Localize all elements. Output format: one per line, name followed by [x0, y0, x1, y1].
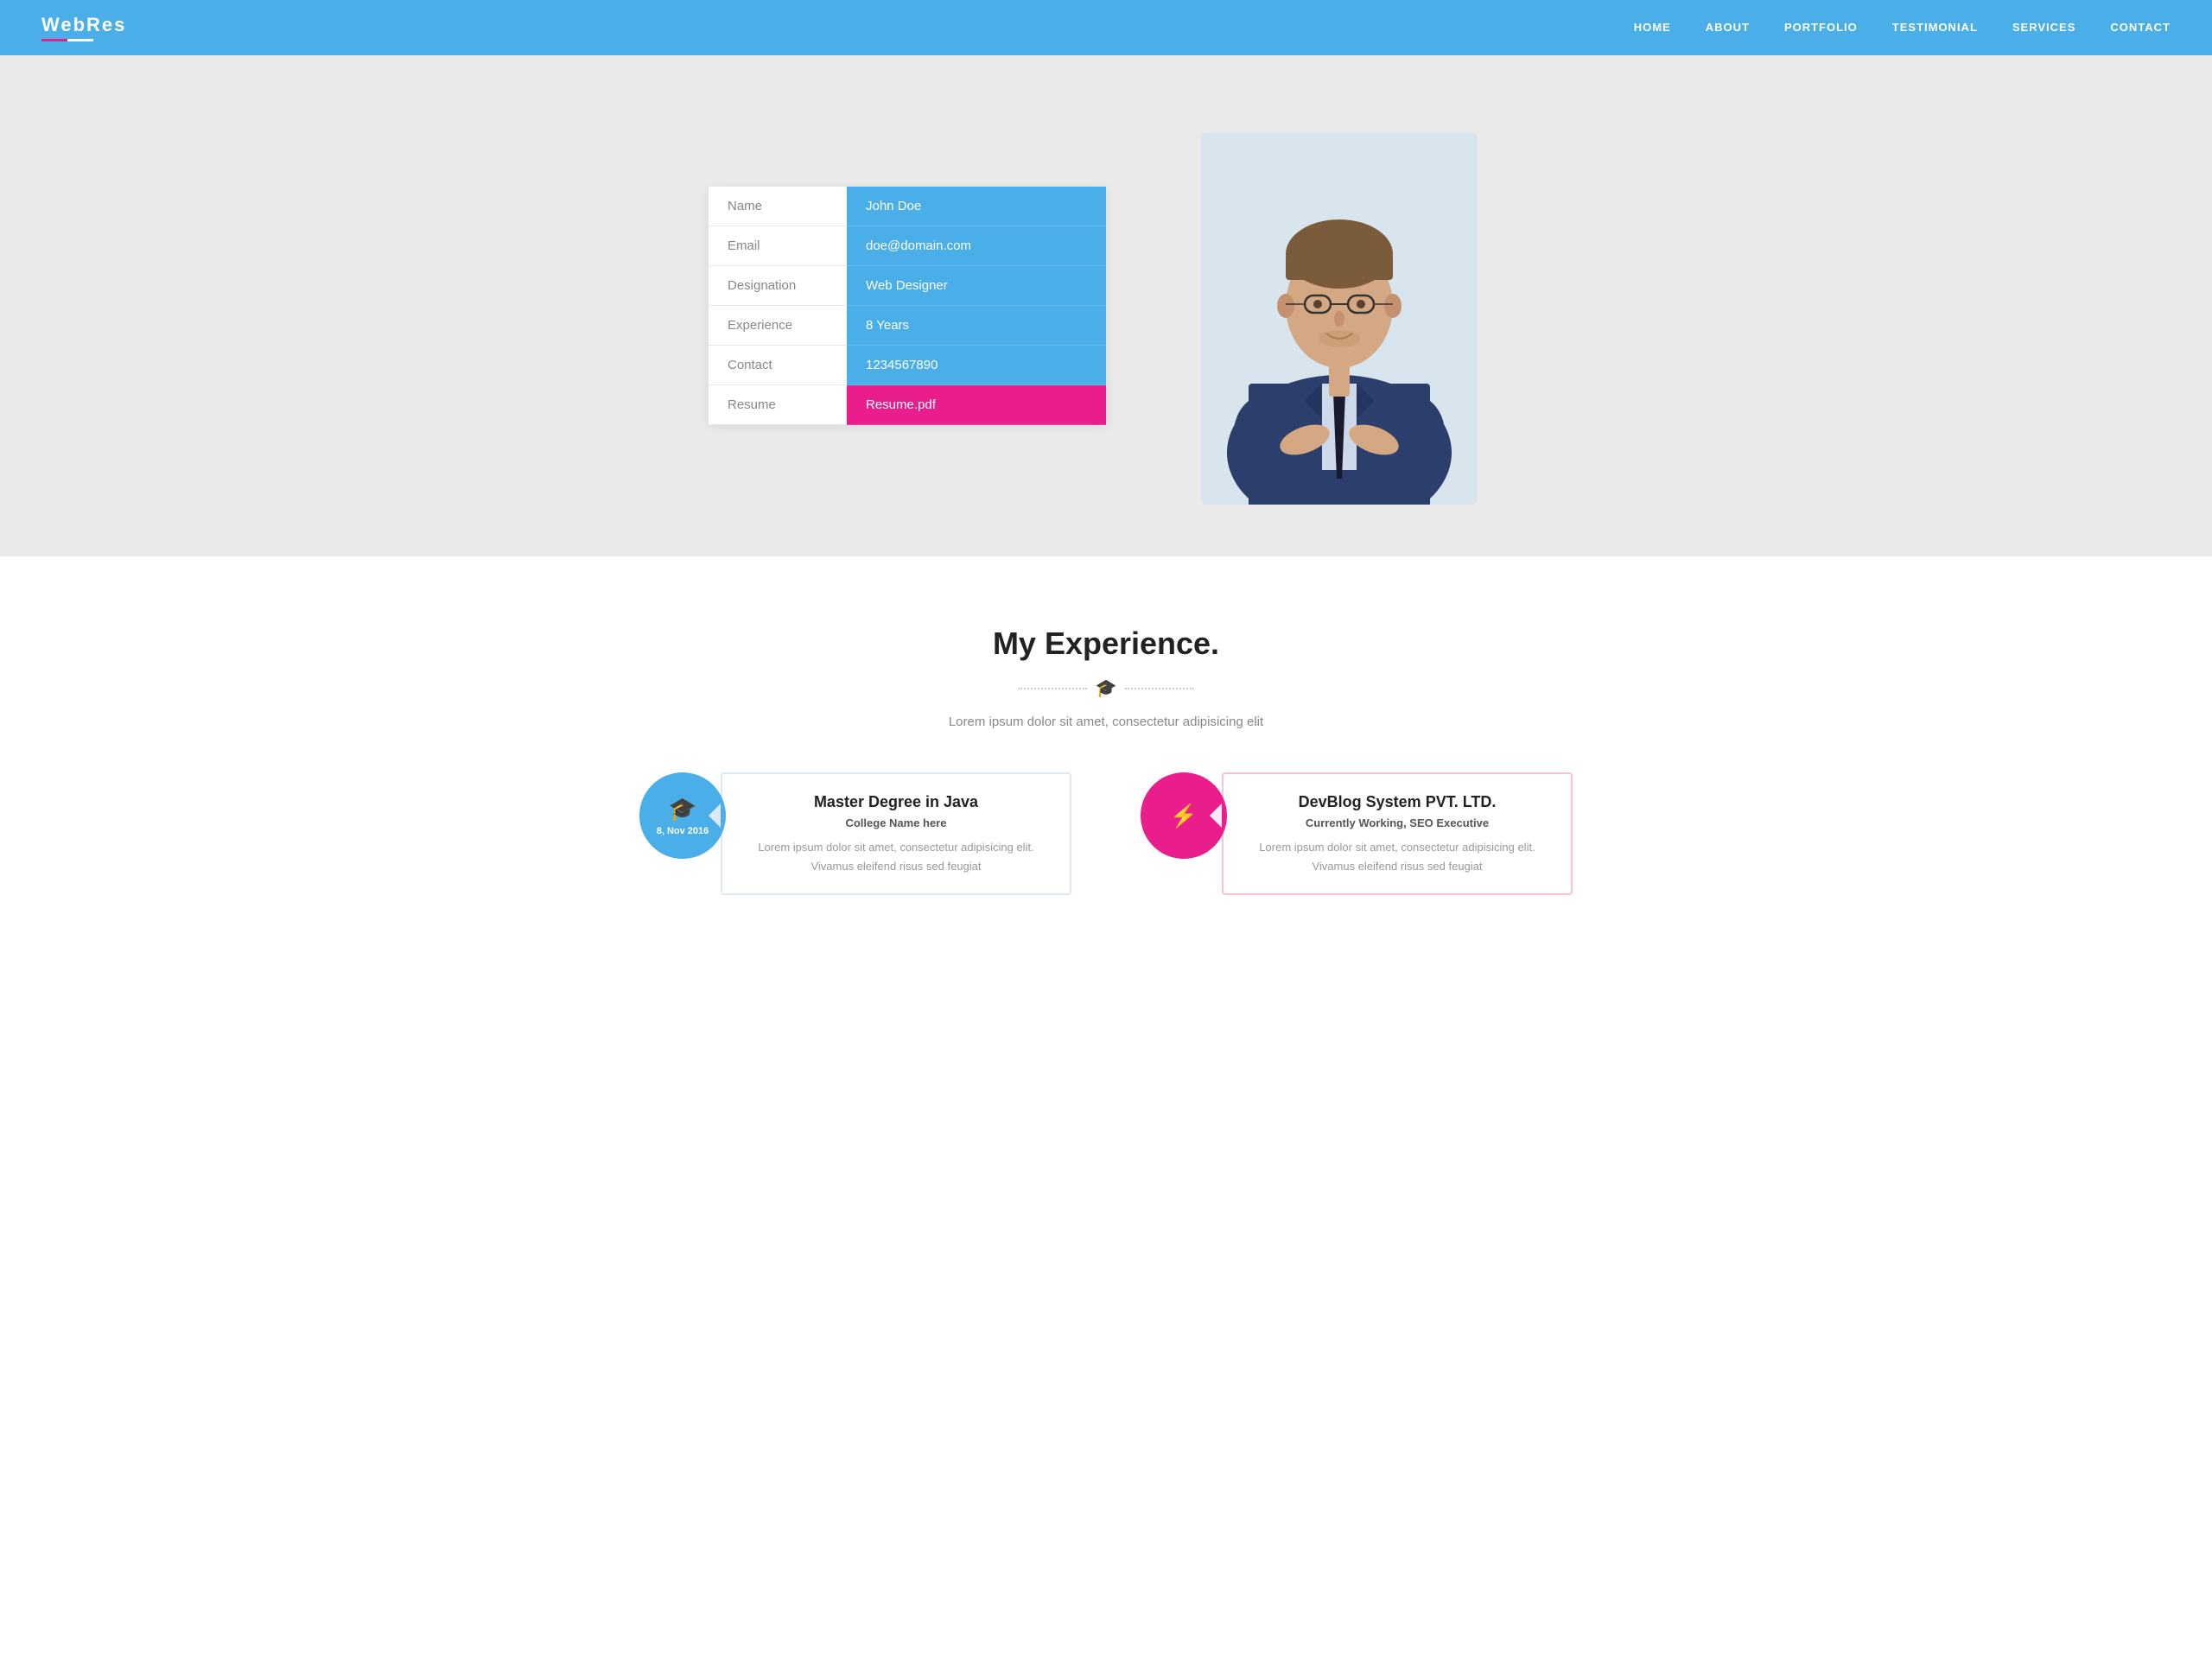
value-experience: 8 Years: [847, 306, 1106, 346]
education-card-description: Lorem ipsum dolor sit amet, consectetur …: [741, 838, 1051, 876]
hero-person-image: [1175, 107, 1503, 505]
hero-content: Name John Doe Email doe@domain.com Desig…: [588, 55, 1624, 556]
person-svg: [1201, 133, 1478, 505]
table-row: Experience 8 Years: [709, 306, 1106, 346]
value-email: doe@domain.com: [847, 226, 1106, 266]
divider-line-left: [1018, 688, 1087, 689]
label-experience: Experience: [709, 306, 847, 346]
label-name: Name: [709, 187, 847, 226]
info-table: Name John Doe Email doe@domain.com Desig…: [709, 187, 1106, 425]
logo: WebRes: [41, 14, 126, 41]
logo-text: WebRes: [41, 14, 126, 36]
experience-subtitle: Lorem ipsum dolor sit amet, consectetur …: [35, 715, 2177, 729]
table-row: Contact 1234567890: [709, 346, 1106, 385]
value-designation: Web Designer: [847, 266, 1106, 306]
work-card: DevBlog System PVT. LTD. Currently Worki…: [1222, 772, 1573, 895]
divider-line-right: [1125, 688, 1194, 689]
experience-cards: 🎓 8, Nov 2016 Master Degree in Java Coll…: [588, 772, 1624, 912]
table-row: Designation Web Designer: [709, 266, 1106, 306]
education-card-subtitle: College Name here: [741, 816, 1051, 829]
logo-underline: [41, 39, 93, 41]
value-resume[interactable]: Resume.pdf: [847, 385, 1106, 425]
work-card-description: Lorem ipsum dolor sit amet, consectetur …: [1243, 838, 1552, 876]
table-row: Name John Doe: [709, 187, 1106, 226]
table-row: Email doe@domain.com: [709, 226, 1106, 266]
divider-graduation-icon: 🎓: [1096, 677, 1117, 699]
experience-section: My Experience. 🎓 Lorem ipsum dolor sit a…: [0, 556, 2212, 964]
table-row: Resume Resume.pdf: [709, 385, 1106, 425]
value-name: John Doe: [847, 187, 1106, 226]
exp-card-education-wrapper: 🎓 8, Nov 2016 Master Degree in Java Coll…: [639, 772, 1071, 895]
section-divider: 🎓: [35, 677, 2177, 699]
nav-services[interactable]: SERVICES: [2012, 21, 2076, 34]
nav-links: HOME ABOUT PORTFOLIO TESTIMONIAL SERVICE…: [1634, 20, 2171, 35]
work-card-subtitle: Currently Working, SEO Executive: [1243, 816, 1552, 829]
navbar: WebRes HOME ABOUT PORTFOLIO TESTIMONIAL …: [0, 0, 2212, 55]
education-card: Master Degree in Java College Name here …: [721, 772, 1071, 895]
graduation-cap-icon: 🎓: [669, 796, 696, 823]
label-contact: Contact: [709, 346, 847, 385]
education-arrow: [709, 804, 721, 828]
experience-title: My Experience.: [35, 626, 2177, 662]
label-email: Email: [709, 226, 847, 266]
lightning-icon: ⚡: [1170, 803, 1198, 829]
label-resume: Resume: [709, 385, 847, 425]
education-card-title: Master Degree in Java: [741, 793, 1051, 811]
hero-section: Name John Doe Email doe@domain.com Desig…: [0, 55, 2212, 556]
nav-portfolio[interactable]: PORTFOLIO: [1784, 21, 1858, 34]
nav-about[interactable]: ABOUT: [1706, 21, 1750, 34]
nav-home[interactable]: HOME: [1634, 21, 1671, 34]
exp-card-work-wrapper: ⚡ DevBlog System PVT. LTD. Currently Wor…: [1141, 772, 1573, 895]
education-date: 8, Nov 2016: [657, 826, 709, 836]
work-arrow: [1210, 804, 1222, 828]
value-contact: 1234567890: [847, 346, 1106, 385]
nav-contact[interactable]: CONTACT: [2110, 21, 2171, 34]
work-card-title: DevBlog System PVT. LTD.: [1243, 793, 1552, 811]
label-designation: Designation: [709, 266, 847, 306]
nav-testimonial[interactable]: TESTIMONIAL: [1892, 21, 1978, 34]
